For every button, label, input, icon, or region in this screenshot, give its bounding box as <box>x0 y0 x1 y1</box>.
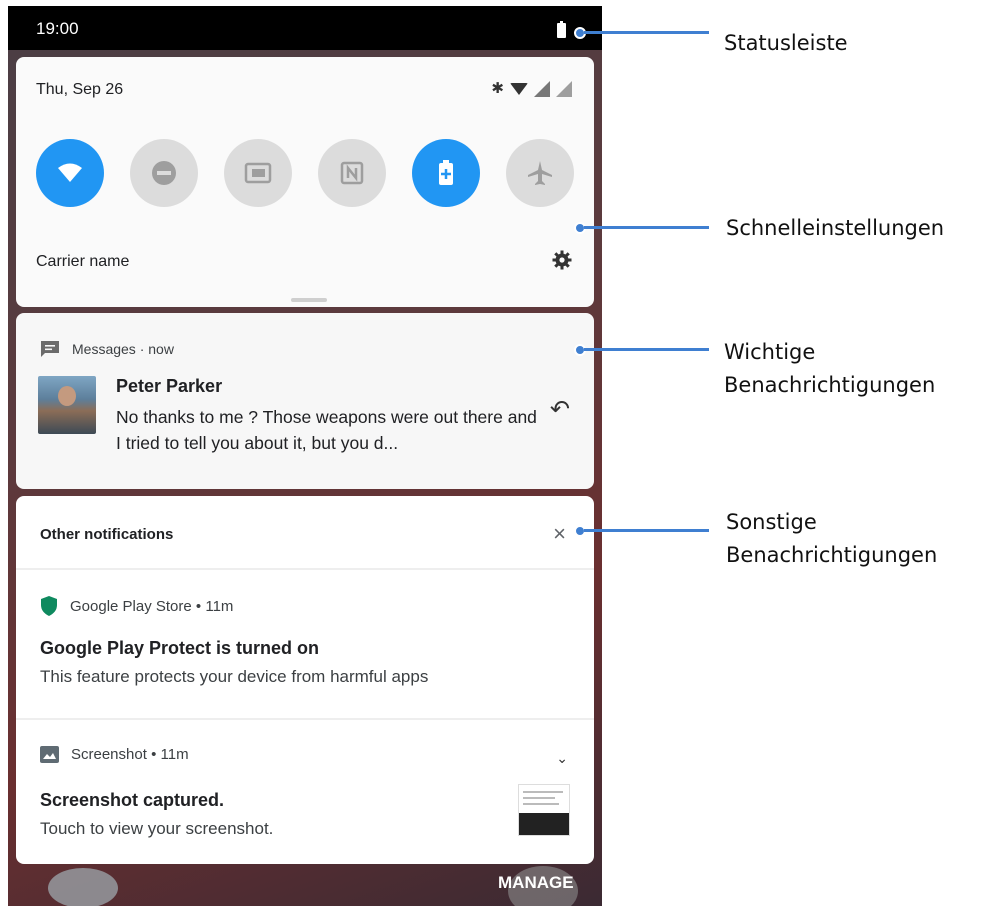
annotation-line <box>584 529 709 532</box>
tile-cast[interactable] <box>224 139 292 207</box>
cast-icon <box>244 162 272 184</box>
screenshot-thumbnail[interactable] <box>518 784 570 836</box>
notification-title[interactable]: Google Play Protect is turned on <box>40 638 319 659</box>
header-separator: • <box>195 597 202 615</box>
notification-time: 11m <box>205 597 234 615</box>
phone-screen: 19:00 Thu, Sep 26 ✱ Carrier name Message… <box>8 6 602 906</box>
status-bar: 19:00 <box>8 6 602 50</box>
other-notifications-card: Other notifications × Google Play Store … <box>16 496 594 864</box>
annotation-line <box>584 226 709 229</box>
google-apps-icon <box>48 868 118 906</box>
annotation-line-2: Benachrichtigungen <box>724 373 936 397</box>
date-label: Thu, Sep 26 <box>36 81 124 98</box>
messages-notification[interactable]: Messages · now Peter Parker No thanks to… <box>16 313 594 489</box>
image-icon <box>40 746 59 763</box>
carrier-name: Carrier name <box>36 253 130 270</box>
do-not-disturb-icon <box>152 161 176 185</box>
divider <box>16 718 594 720</box>
notification-text: This feature protects your device from h… <box>40 667 429 686</box>
avatar <box>38 376 96 434</box>
annotation-important-notifications: Wichtige Benachrichtigungen <box>724 336 935 402</box>
tile-wifi[interactable] <box>36 139 104 207</box>
message-sender: Peter Parker <box>116 376 223 396</box>
manage-button[interactable]: MANAGE <box>498 873 574 893</box>
reply-icon[interactable]: ↶ <box>550 395 570 424</box>
notification-app-name: Messages <box>72 341 136 357</box>
nfc-icon <box>340 161 364 185</box>
notification-title[interactable]: Screenshot captured. <box>40 790 224 811</box>
annotation-line <box>584 348 709 351</box>
drag-handle[interactable] <box>291 298 327 302</box>
notification-app-name: Google Play Store <box>70 597 192 615</box>
notification-app-name: Screenshot <box>71 746 147 763</box>
play-store-notification-header: Google Play Store • 11m <box>40 596 233 616</box>
divider <box>16 568 594 570</box>
other-notifications-title: Other notifications <box>40 526 174 543</box>
annotation-other-notifications: Sonstige Benachrichtigungen <box>726 506 937 572</box>
tile-do-not-disturb[interactable] <box>130 139 198 207</box>
status-time: 19:00 <box>36 19 79 38</box>
airplane-icon <box>528 161 552 185</box>
chevron-down-icon[interactable]: ⌄ <box>556 750 568 767</box>
tile-airplane-mode[interactable] <box>506 139 574 207</box>
annotation-line-1: Sonstige <box>726 510 817 534</box>
notification-text: Touch to view your screenshot. <box>40 819 274 838</box>
notification-time: now <box>148 341 174 357</box>
annotation-status-bar: Statusleiste <box>724 31 848 55</box>
system-status-icons: ✱ <box>491 81 572 97</box>
battery-saver-icon <box>439 160 453 185</box>
wifi-icon <box>510 83 528 95</box>
annotation-line <box>584 31 709 34</box>
screenshot-notification-header: Screenshot • 11m <box>40 746 189 763</box>
header-separator: · <box>139 341 145 357</box>
quick-settings-tiles <box>36 139 576 209</box>
annotation-line-2: Benachrichtigungen <box>726 543 938 567</box>
message-icon <box>41 341 59 357</box>
tile-nfc[interactable] <box>318 139 386 207</box>
gear-icon[interactable] <box>552 250 572 275</box>
battery-icon <box>557 21 566 38</box>
notification-header: Messages · now <box>40 340 174 358</box>
wifi-icon <box>58 163 82 182</box>
tile-battery-saver[interactable] <box>412 139 480 207</box>
quick-settings-panel: Thu, Sep 26 ✱ Carrier name <box>16 57 594 307</box>
message-text: No thanks to me ? Those weapons were out… <box>116 407 537 453</box>
shield-icon <box>41 596 57 616</box>
notification-time: 11m <box>160 746 189 763</box>
close-icon[interactable]: × <box>553 521 566 547</box>
annotation-line-1: Wichtige <box>724 340 816 364</box>
signal-icon <box>556 81 572 97</box>
annotation-quick-settings: Schnelleinstellungen <box>726 216 945 240</box>
bluetooth-icon: ✱ <box>491 80 504 97</box>
signal-icon <box>534 81 550 97</box>
header-separator: • <box>151 746 157 763</box>
